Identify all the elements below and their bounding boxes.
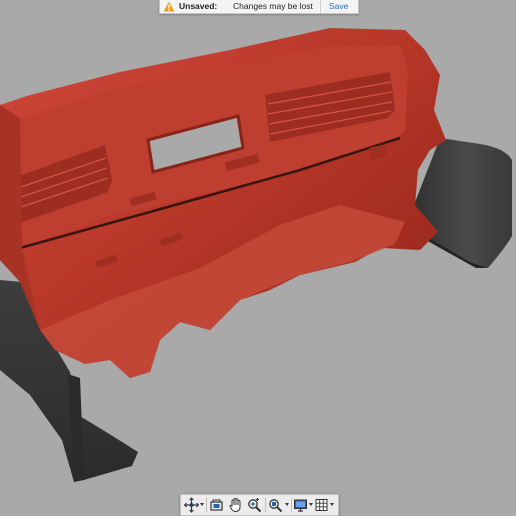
- display-settings-icon[interactable]: [293, 497, 308, 513]
- navigation-toolbar: [180, 494, 339, 516]
- toolbar-divider: [265, 498, 266, 512]
- orbit-dropdown-caret[interactable]: [200, 503, 204, 506]
- banner-divider: [320, 0, 321, 13]
- fit-zoom-icon[interactable]: [268, 497, 283, 513]
- toolbar-divider: [291, 498, 292, 512]
- grid-dropdown-caret[interactable]: [330, 503, 334, 506]
- toolbar-divider: [206, 498, 207, 512]
- 3d-viewport[interactable]: [0, 0, 516, 516]
- unsaved-banner: Unsaved: Changes may be lost Save: [159, 0, 359, 14]
- pan-hand-icon[interactable]: [228, 497, 243, 513]
- unsaved-status-label: Unsaved:: [179, 1, 218, 11]
- warning-icon: [163, 1, 175, 12]
- zoom-window-icon[interactable]: [247, 497, 262, 513]
- orbit-icon[interactable]: [184, 497, 199, 513]
- display-dropdown-caret[interactable]: [309, 503, 313, 506]
- unsaved-message: Changes may be lost: [233, 1, 313, 11]
- grid-settings-icon[interactable]: [315, 497, 329, 513]
- look-at-icon[interactable]: [209, 497, 224, 513]
- save-button[interactable]: Save: [329, 0, 348, 13]
- zoom-dropdown-caret[interactable]: [285, 503, 289, 506]
